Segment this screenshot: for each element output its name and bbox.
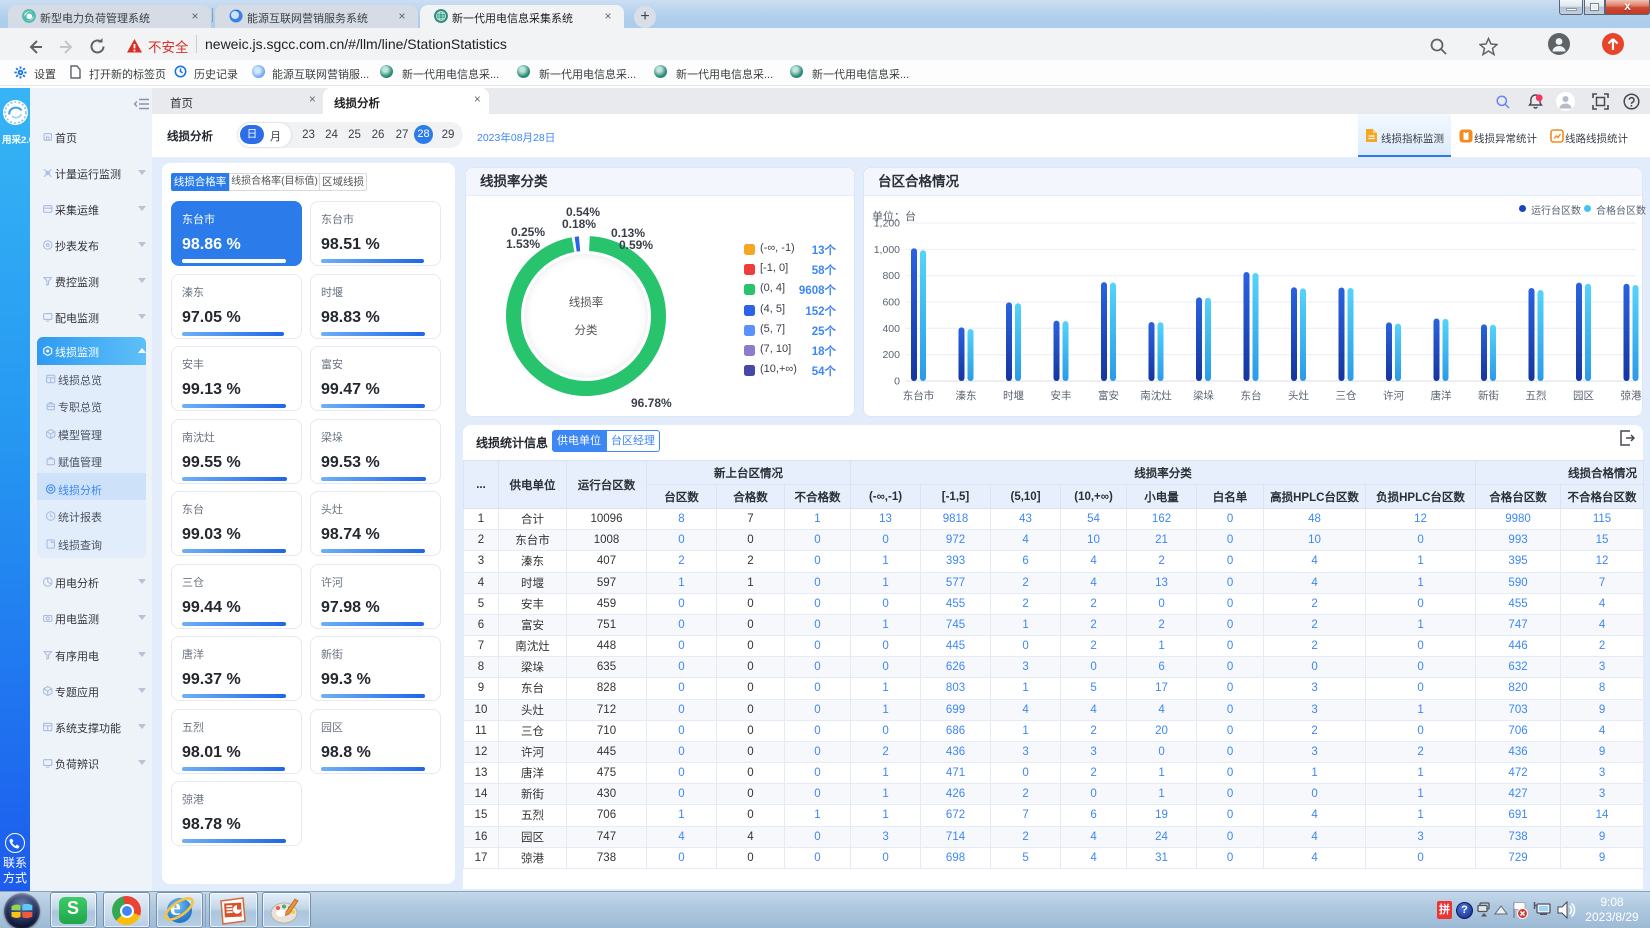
svg-text:400: 400 <box>882 323 900 335</box>
svg-text:东台市: 东台市 <box>903 389 935 402</box>
svg-text:时堰: 时堰 <box>1003 390 1025 402</box>
svg-text:五烈: 五烈 <box>1526 390 1548 402</box>
svg-text:东台: 东台 <box>1241 389 1262 402</box>
svg-text:弶港: 弶港 <box>1621 389 1643 402</box>
svg-text:三仓: 三仓 <box>1336 389 1358 402</box>
svg-text:许河: 许河 <box>1383 389 1405 402</box>
svg-text:新街: 新街 <box>1478 389 1500 402</box>
svg-text:1,000: 1,000 <box>874 244 900 256</box>
svg-text:头灶: 头灶 <box>1288 389 1310 402</box>
svg-text:富安: 富安 <box>1098 389 1119 402</box>
svg-text:600: 600 <box>882 297 900 309</box>
svg-text:溱东: 溱东 <box>956 389 977 402</box>
svg-text:1,200: 1,200 <box>874 218 900 230</box>
svg-text:南沈灶: 南沈灶 <box>1140 389 1172 402</box>
svg-text:0: 0 <box>894 376 900 388</box>
svg-text:200: 200 <box>882 349 900 361</box>
svg-text:安丰: 安丰 <box>1051 389 1072 402</box>
svg-text:梁垛: 梁垛 <box>1193 389 1215 402</box>
svg-text:园区: 园区 <box>1573 390 1594 402</box>
svg-text:800: 800 <box>882 270 900 282</box>
svg-text:唐洋: 唐洋 <box>1431 389 1453 402</box>
